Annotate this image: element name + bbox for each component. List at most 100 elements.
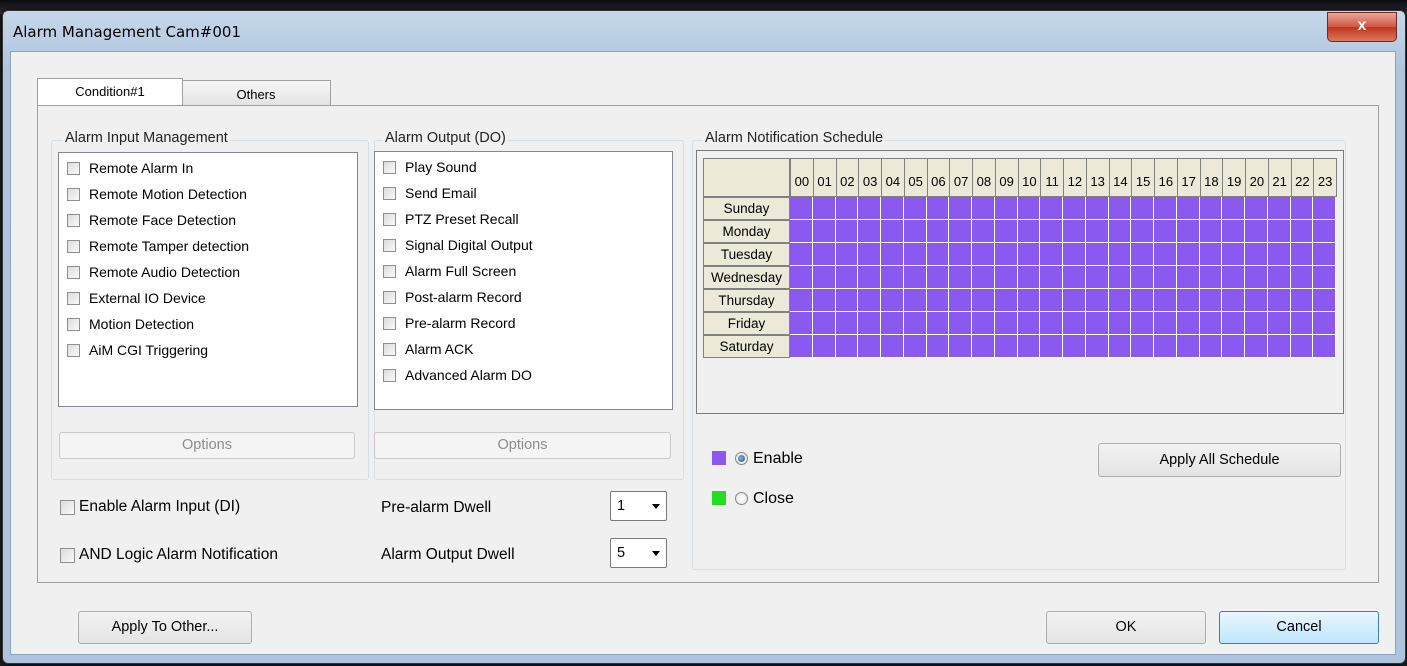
schedule-cell[interactable]	[1040, 243, 1063, 266]
schedule-cell[interactable]	[1063, 243, 1086, 266]
hour-header[interactable]: 03	[858, 158, 882, 197]
schedule-cell[interactable]	[1154, 243, 1177, 266]
schedule-cell[interactable]	[949, 312, 972, 335]
schedule-cell[interactable]	[1176, 243, 1200, 266]
schedule-cell[interactable]	[972, 243, 995, 266]
schedule-cell[interactable]	[994, 289, 1018, 312]
hour-header[interactable]: 10	[1017, 158, 1042, 197]
schedule-cell[interactable]	[1154, 220, 1177, 243]
day-header[interactable]: Thursday	[703, 289, 790, 312]
alarm-output-checkbox[interactable]	[383, 316, 396, 330]
alarm-input-item[interactable]: Motion Detection	[67, 314, 194, 334]
enable-alarm-input-checkbox[interactable]: Enable Alarm Input (DI)	[60, 498, 240, 516]
hour-header[interactable]: 23	[1313, 158, 1337, 197]
schedule-cell[interactable]	[1199, 197, 1223, 220]
schedule-cell[interactable]	[1108, 220, 1132, 243]
schedule-cell[interactable]	[1245, 312, 1268, 335]
schedule-cell[interactable]	[1199, 312, 1223, 335]
alarm-input-item[interactable]: Remote Alarm In	[67, 158, 193, 178]
schedule-cell[interactable]	[858, 197, 881, 220]
schedule-cell[interactable]	[1108, 197, 1132, 220]
schedule-cell[interactable]	[1017, 289, 1041, 312]
schedule-cell[interactable]	[994, 220, 1018, 243]
alarm-output-item[interactable]: Alarm Full Screen	[383, 261, 516, 281]
schedule-cell[interactable]	[1245, 243, 1268, 266]
hour-header[interactable]: 16	[1154, 158, 1178, 197]
schedule-cell[interactable]	[1313, 243, 1336, 266]
close-radio[interactable]	[735, 492, 748, 505]
schedule-cell[interactable]	[994, 266, 1018, 289]
hour-header[interactable]: 12	[1063, 158, 1087, 197]
apply-to-other-button[interactable]: Apply To Other...	[78, 611, 252, 644]
hour-header[interactable]: 02	[835, 158, 860, 197]
schedule-cell[interactable]	[1085, 266, 1109, 289]
schedule-cell[interactable]	[1017, 243, 1041, 266]
schedule-cell[interactable]	[926, 289, 950, 312]
schedule-cell[interactable]	[1313, 312, 1336, 335]
day-header[interactable]: Monday	[703, 220, 790, 243]
schedule-cell[interactable]	[1108, 335, 1132, 358]
schedule-cell[interactable]	[1085, 243, 1109, 266]
schedule-cell[interactable]	[1085, 289, 1109, 312]
alarm-input-checkbox[interactable]	[67, 265, 80, 279]
schedule-cell[interactable]	[903, 197, 927, 220]
alarm-input-item[interactable]: AiM CGI Triggering	[67, 340, 208, 360]
schedule-cell[interactable]	[1199, 289, 1223, 312]
alarm-output-checkbox[interactable]	[383, 160, 396, 174]
hour-header[interactable]: 00	[790, 158, 814, 197]
schedule-cell[interactable]	[926, 197, 950, 220]
schedule-cell[interactable]	[1154, 312, 1177, 335]
enable-radio[interactable]	[735, 452, 748, 465]
schedule-cell[interactable]	[903, 220, 927, 243]
alarm-input-options-button[interactable]: Options	[59, 432, 355, 459]
alarm-output-checkbox[interactable]	[383, 264, 396, 278]
schedule-cell[interactable]	[1108, 243, 1132, 266]
schedule-cell[interactable]	[835, 220, 859, 243]
schedule-cell[interactable]	[835, 335, 859, 358]
hour-header[interactable]: 19	[1222, 158, 1246, 197]
schedule-cell[interactable]	[858, 266, 881, 289]
schedule-cell[interactable]	[812, 335, 836, 358]
alarm-output-item[interactable]: Send Email	[383, 183, 477, 203]
alarm-output-item[interactable]: Play Sound	[383, 157, 477, 177]
schedule-cell[interactable]	[812, 197, 836, 220]
title-bar[interactable]: Alarm Management Cam#001 x	[3, 11, 1405, 51]
schedule-cell[interactable]	[1267, 289, 1291, 312]
hour-header[interactable]: 22	[1290, 158, 1315, 197]
schedule-cell[interactable]	[1245, 335, 1268, 358]
schedule-cell[interactable]	[1131, 312, 1154, 335]
schedule-cell[interactable]	[926, 335, 950, 358]
schedule-cell[interactable]	[994, 197, 1018, 220]
schedule-cell[interactable]	[1267, 243, 1291, 266]
schedule-cell[interactable]	[790, 220, 813, 243]
hour-header[interactable]: 04	[881, 158, 905, 197]
alarm-output-checkbox[interactable]	[383, 238, 396, 252]
hour-header[interactable]: 14	[1108, 158, 1133, 197]
hour-header[interactable]: 06	[926, 158, 951, 197]
hour-header[interactable]: 09	[994, 158, 1019, 197]
schedule-cell[interactable]	[1199, 243, 1223, 266]
alarm-input-checkbox[interactable]	[67, 187, 80, 201]
schedule-cell[interactable]	[1290, 289, 1314, 312]
schedule-cell[interactable]	[994, 335, 1018, 358]
schedule-cell[interactable]	[1199, 220, 1223, 243]
schedule-cell[interactable]	[1222, 243, 1245, 266]
schedule-cell[interactable]	[1267, 220, 1291, 243]
alarm-input-checkbox[interactable]	[67, 239, 80, 253]
schedule-cell[interactable]	[1017, 335, 1041, 358]
schedule-cell[interactable]	[1290, 220, 1314, 243]
schedule-cell[interactable]	[1290, 335, 1314, 358]
schedule-cell[interactable]	[972, 289, 995, 312]
schedule-cell[interactable]	[1313, 220, 1336, 243]
alarm-input-checkbox[interactable]	[67, 213, 80, 227]
and-logic-checkbox[interactable]: AND Logic Alarm Notification	[60, 546, 278, 564]
schedule-cell[interactable]	[1245, 220, 1268, 243]
schedule-cell[interactable]	[812, 312, 836, 335]
schedule-cell[interactable]	[790, 243, 813, 266]
alarm-output-item[interactable]: Pre-alarm Record	[383, 313, 515, 333]
schedule-cell[interactable]	[1199, 266, 1223, 289]
schedule-cell[interactable]	[858, 220, 881, 243]
alarm-input-list[interactable]: Remote Alarm In Remote Motion Detection Re…	[58, 152, 358, 407]
schedule-cell[interactable]	[790, 289, 813, 312]
alarm-output-checkbox[interactable]	[383, 290, 396, 304]
